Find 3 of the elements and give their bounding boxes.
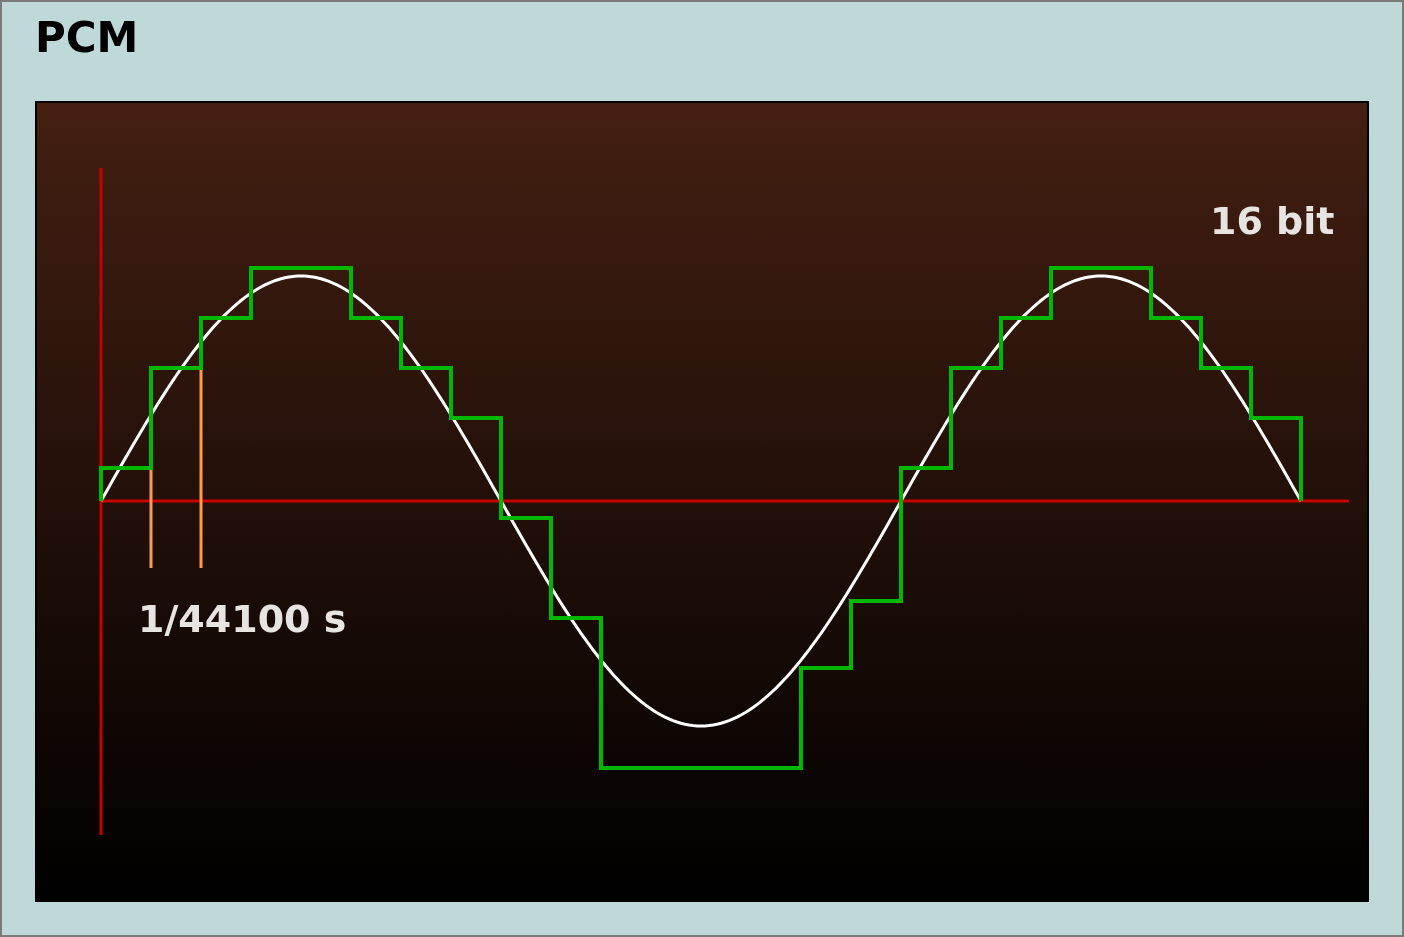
- time-label: 1/44100 s: [138, 597, 347, 641]
- bit-depth-label: 16 bit: [1210, 199, 1335, 243]
- diagram-title: PCM: [35, 14, 139, 62]
